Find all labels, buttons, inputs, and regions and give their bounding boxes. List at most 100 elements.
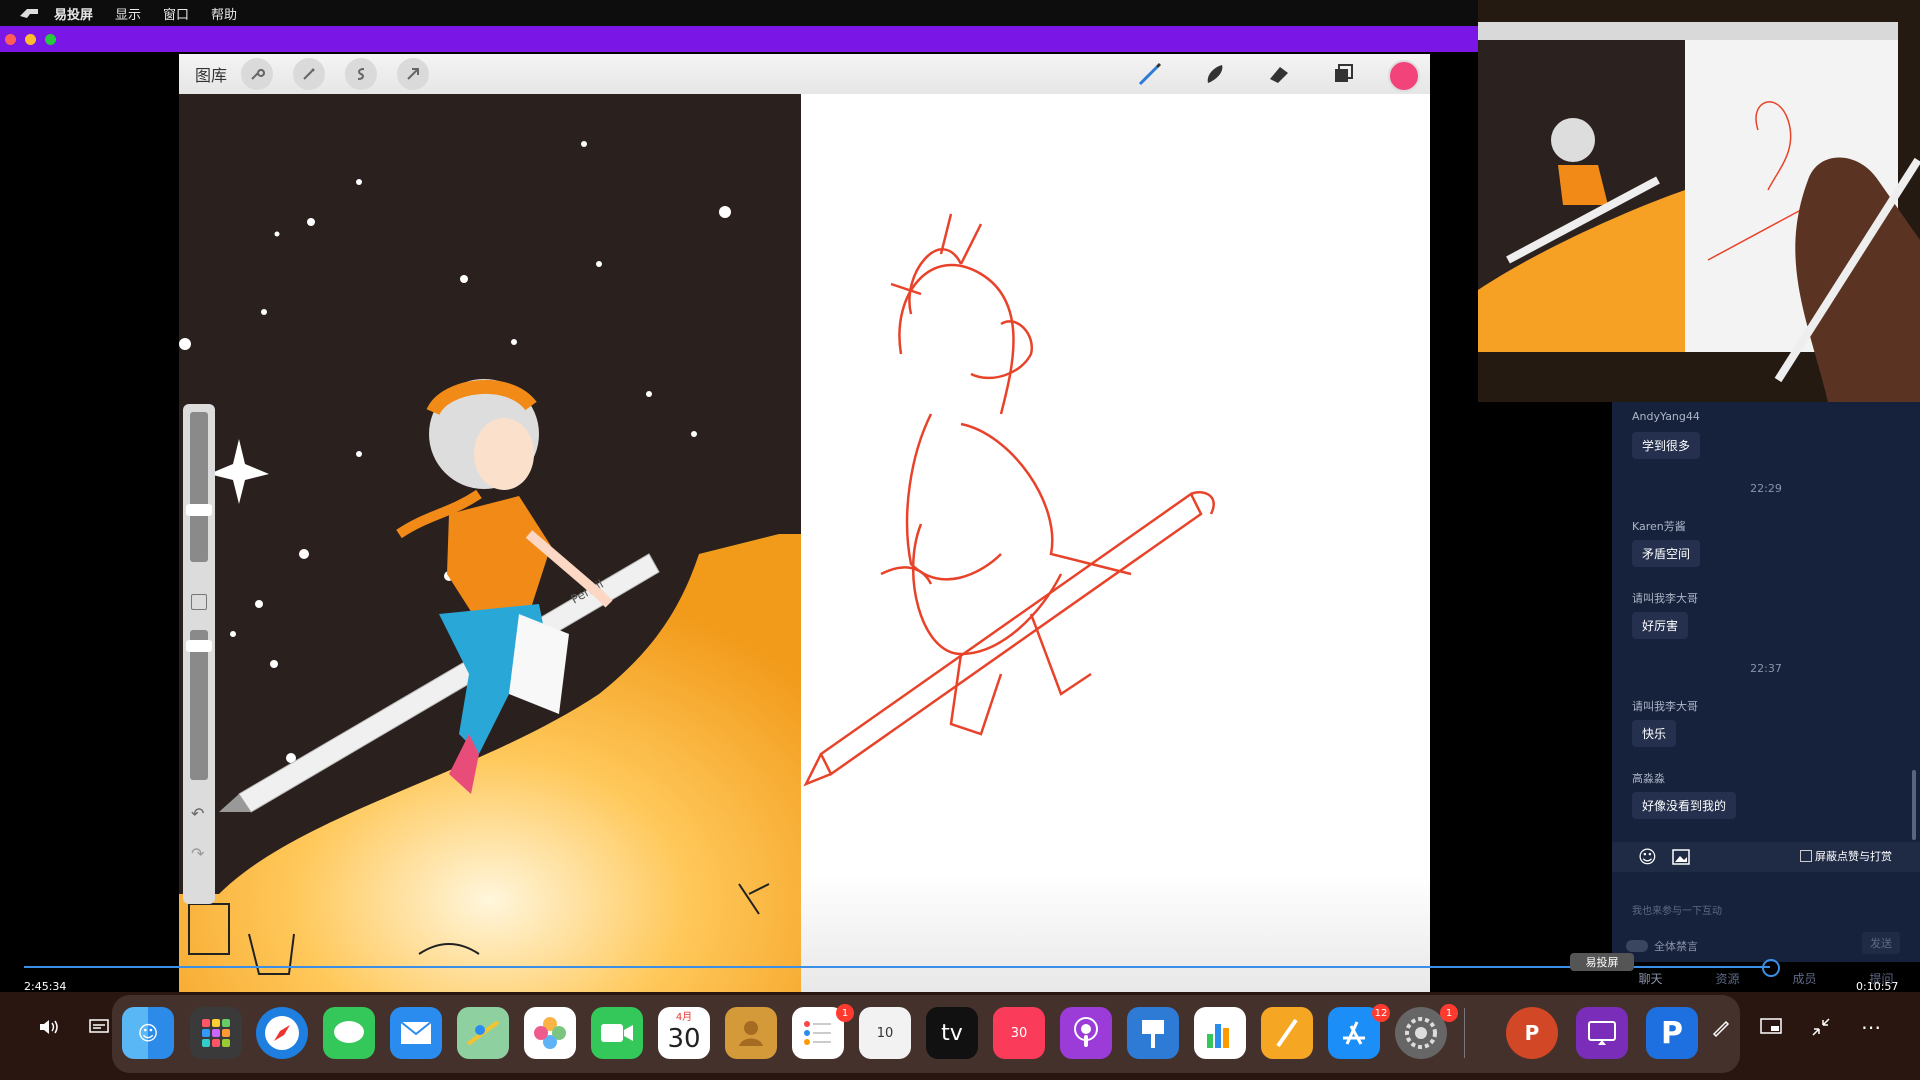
app-store-badge: 12 [1372,1004,1390,1022]
red-sketch [803,213,1215,787]
volume-icon[interactable] [34,1012,64,1042]
apple-tv-icon[interactable]: tv [926,1007,978,1059]
pencil-icon[interactable] [1706,1012,1736,1042]
chat-username: Karen芳酱 [1632,520,1686,533]
chat-username: 高淼淼 [1632,772,1665,785]
reminders-badge: 1 [836,1004,854,1022]
brush-sidebar: ↶ ↷ [183,404,215,904]
dock-divider [1464,1008,1465,1058]
exit-fullscreen-icon[interactable] [1806,1012,1836,1042]
powerpoint-letter: P [1524,1021,1540,1045]
forward-30-button[interactable]: 30 [993,1007,1045,1059]
chat-message: 好厉害 [1632,612,1689,639]
window-title-bar [0,26,1478,52]
chat-toolbar: ☺ 屏蔽点赞与打赏 [1612,842,1920,872]
menu-help[interactable]: 帮助 [211,4,237,23]
maps-icon[interactable] [457,1007,509,1059]
chat-timestamp: 22:29 [1750,482,1782,495]
subtitles-icon[interactable] [84,1012,114,1042]
chat-timestamp: 22:37 [1750,662,1782,675]
video-progress-handle[interactable] [1762,959,1780,977]
opacity-slider[interactable] [190,630,208,780]
rewind-10-button[interactable]: 10 [859,1007,911,1059]
pages-icon[interactable] [1261,1007,1313,1059]
photos-icon[interactable] [524,1007,576,1059]
dock-tooltip: 易投屏 [1570,953,1634,971]
chat-panel: AndyYang44 学到很多 22:29 Karen芳酱 矛盾空间 请叫我李大… [1612,402,1920,962]
chat-username: 请叫我李大哥 [1632,592,1698,605]
image-icon[interactable] [1672,849,1690,865]
selection-icon[interactable] [345,58,378,90]
presenter-app-icon[interactable]: P [1646,1007,1698,1059]
calendar-month: 4月 [675,1012,693,1023]
magic-wand-icon[interactable] [293,58,326,90]
menu-bar: 易投屏 显示 窗口 帮助 [0,0,1478,26]
picture-in-picture-icon[interactable] [1756,1012,1786,1042]
chat-message: 学到很多 [1632,432,1701,459]
launchpad-icon[interactable] [190,1007,242,1059]
brush-icon[interactable] [1134,58,1166,90]
eyedropper-button[interactable] [191,594,207,610]
mute-all-label: 全体禁言 [1654,940,1698,953]
eraser-icon[interactable] [1263,58,1295,90]
menu-window[interactable]: 窗口 [163,4,189,23]
messages-icon[interactable] [323,1007,375,1059]
podcasts-icon[interactable] [1060,1007,1112,1059]
canvas-bottom-fade [801,874,1430,992]
camera-feed [1478,0,1920,402]
rewind-label: 10 [876,1025,894,1041]
zoom-window-button[interactable] [45,34,56,45]
illustration-art: Pencil [179,141,801,992]
gallery-button[interactable]: 图库 [195,62,227,86]
wrench-icon[interactable] [241,58,274,90]
send-button[interactable]: 发送 [1862,932,1900,954]
safari-icon[interactable] [256,1007,308,1059]
app-logo-icon[interactable] [18,6,40,20]
contacts-icon[interactable] [725,1007,777,1059]
chat-scrollbar[interactable] [1912,770,1916,840]
forward-label: 30 [1010,1025,1028,1041]
camera-view [1478,0,1920,402]
transform-icon[interactable] [397,58,430,90]
brush-size-handle[interactable] [186,504,212,516]
procreate-screen: 图库 Pencil ↶ ↷ [179,54,1430,992]
mail-icon[interactable] [390,1007,442,1059]
finder-icon[interactable]: ☺ [122,1007,174,1059]
calendar-day: 30 [667,1024,701,1054]
undo-icon[interactable]: ↶ [191,804,204,823]
block-likes-checkbox[interactable] [1800,850,1812,862]
menu-display[interactable]: 显示 [115,4,141,23]
more-options-icon[interactable]: ⋯ [1856,1012,1886,1042]
calendar-icon[interactable]: 4月 30 [658,1007,710,1059]
chat-username: 请叫我李大哥 [1632,700,1698,713]
block-likes-label: 屏蔽点赞与打赏 [1815,850,1892,863]
chat-message: 快乐 [1632,720,1677,747]
keynote-icon[interactable] [1127,1007,1179,1059]
video-progress-bar[interactable] [24,966,1770,968]
apple-tv-label: tv [941,1020,963,1046]
easy-cast-icon[interactable] [1576,1007,1628,1059]
color-picker-button[interactable] [1388,60,1420,92]
redo-icon[interactable]: ↷ [191,844,204,863]
emoji-icon[interactable]: ☺ [1638,847,1657,868]
tab-resources[interactable]: 资源 [1715,970,1739,987]
tab-members[interactable]: 成员 [1792,970,1816,987]
numbers-icon[interactable] [1194,1007,1246,1059]
chat-username: AndyYang44 [1632,410,1700,423]
powerpoint-icon[interactable]: P [1506,1007,1558,1059]
settings-badge: 1 [1440,1004,1458,1022]
chat-message: 矛盾空间 [1632,540,1701,567]
finished-illustration: Pencil [179,94,801,992]
menu-app-name[interactable]: 易投屏 [54,4,93,23]
brush-size-slider[interactable] [190,412,208,562]
facetime-icon[interactable] [591,1007,643,1059]
tab-chat[interactable]: 聊天 [1638,970,1662,987]
layers-icon[interactable] [1327,58,1359,90]
opacity-handle[interactable] [186,640,212,652]
minimize-window-button[interactable] [25,34,36,45]
smudge-icon[interactable] [1199,58,1231,90]
chat-input[interactable]: 我也来参与一下互动 [1632,902,1722,917]
procreate-toolbar: 图库 [179,54,1430,94]
mute-all-toggle[interactable] [1626,940,1648,952]
close-window-button[interactable] [5,34,16,45]
